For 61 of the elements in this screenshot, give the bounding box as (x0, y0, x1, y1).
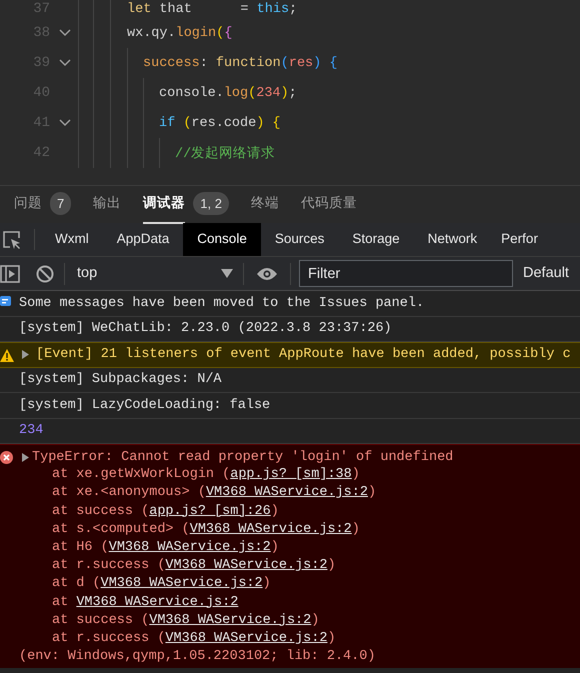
sidebar-toggle-icon[interactable] (0, 264, 20, 282)
stack-frame: at VM368 WAService.js:2 (0, 594, 238, 612)
expand-triangle-icon[interactable] (22, 350, 30, 360)
console-message: [system] WeChatLib: 2.23.0 (2022.3.8 23:37:26) (19, 321, 392, 336)
source-link[interactable]: VM368 WAService.js:2 (190, 522, 352, 537)
code-line: wx.qy.login({ (127, 26, 232, 40)
count-badge: 1, 2 (193, 192, 229, 216)
stack-frame: at r.success (VM368 WAService.js:2) (0, 630, 336, 648)
source-link[interactable]: app.js? [sm]:26 (149, 504, 271, 519)
code-line: let that = this; (127, 2, 298, 16)
devtools-tab[interactable]: Network (414, 223, 492, 256)
panel-tab[interactable]: 问题 7 (14, 186, 82, 223)
code-line: if (res.code) { (159, 116, 281, 130)
devtools-tab[interactable]: Wxml (41, 223, 103, 256)
code-line: //发起网络请求 (175, 145, 276, 162)
source-link[interactable]: VM368 WAService.js:2 (165, 558, 328, 574)
stack-frame: at success (VM368 WAService.js:2) (0, 612, 320, 630)
clear-console-icon[interactable] (36, 264, 54, 282)
inspect-icon[interactable] (2, 230, 22, 250)
console-message: [system] LazyCodeLoading: false (19, 398, 270, 413)
stack-frame: at r.success (VM368 WAService.js:2) (0, 557, 336, 576)
console-message: Some messages have been moved to the Issues panel. (19, 296, 424, 311)
stack-frame: at xe.<anonymous> (VM368 WAService.js:2) (0, 484, 376, 503)
levels-dropdown[interactable]: Default (523, 262, 569, 284)
source-link[interactable]: VM368 WAService.js:2 (76, 594, 238, 610)
expand-triangle-icon[interactable] (22, 452, 30, 462)
devtools-tab[interactable]: AppData (102, 223, 184, 256)
source-link[interactable]: app.js? [sm]:38 (230, 467, 352, 482)
stack-frame: at xe.getWxWorkLogin (app.js? [sm]:38) (0, 466, 360, 484)
devtools-tab[interactable]: Storage (338, 223, 414, 256)
code-line: console.log(234); (159, 86, 297, 100)
fold-chevron-icon[interactable] (59, 59, 71, 67)
source-link[interactable]: VM368 WAService.js:2 (165, 630, 328, 646)
fold-chevron-icon[interactable] (59, 119, 71, 127)
error-message[interactable]: TypeError: Cannot read property 'login' of undefined (32, 450, 454, 465)
log-value: 234 (19, 423, 44, 438)
stack-frame: at s.<computed> (VM368 WAService.js:2) (0, 520, 360, 539)
error-icon (0, 451, 13, 464)
devtools-tab[interactable]: Console (183, 223, 261, 256)
source-link[interactable]: VM368 WAService.js:2 (206, 485, 368, 500)
eye-icon[interactable] (256, 266, 278, 280)
code-line: success: function(res) { (143, 56, 338, 70)
stack-frame: at H6 (VM368 WAService.js:2) (0, 538, 279, 558)
stack-frame: at success (app.js? [sm]:26) (0, 502, 279, 521)
panel-tab[interactable]: 输出 (93, 186, 132, 223)
info-message-icon (0, 296, 12, 308)
panel-tab[interactable]: 终端 (250, 186, 289, 223)
source-link[interactable]: VM368 WAService.js:2 (149, 612, 312, 628)
context-select[interactable]: top (64, 262, 244, 284)
count-badge: 7 (50, 192, 72, 216)
devtools-tab[interactable]: Sources (260, 223, 338, 256)
panel-tab[interactable]: 代码质量 (300, 186, 367, 223)
filter-field[interactable]: Filter (299, 260, 513, 287)
devtools-tab[interactable]: Perfor (491, 223, 538, 256)
environment-info: (env: Windows,qymp,1.05.2203102; lib: 2.4.0) (18, 648, 376, 666)
fold-chevron-icon[interactable] (59, 29, 71, 37)
dropdown-caret-icon (221, 269, 233, 278)
stack-frame: at d (VM368 WAService.js:2) (0, 575, 271, 594)
source-link[interactable]: VM368 WAService.js:2 (100, 576, 263, 592)
console-message: [system] Subpackages: N/A (19, 372, 222, 388)
source-link[interactable]: VM368 WAService.js:2 (108, 540, 271, 555)
